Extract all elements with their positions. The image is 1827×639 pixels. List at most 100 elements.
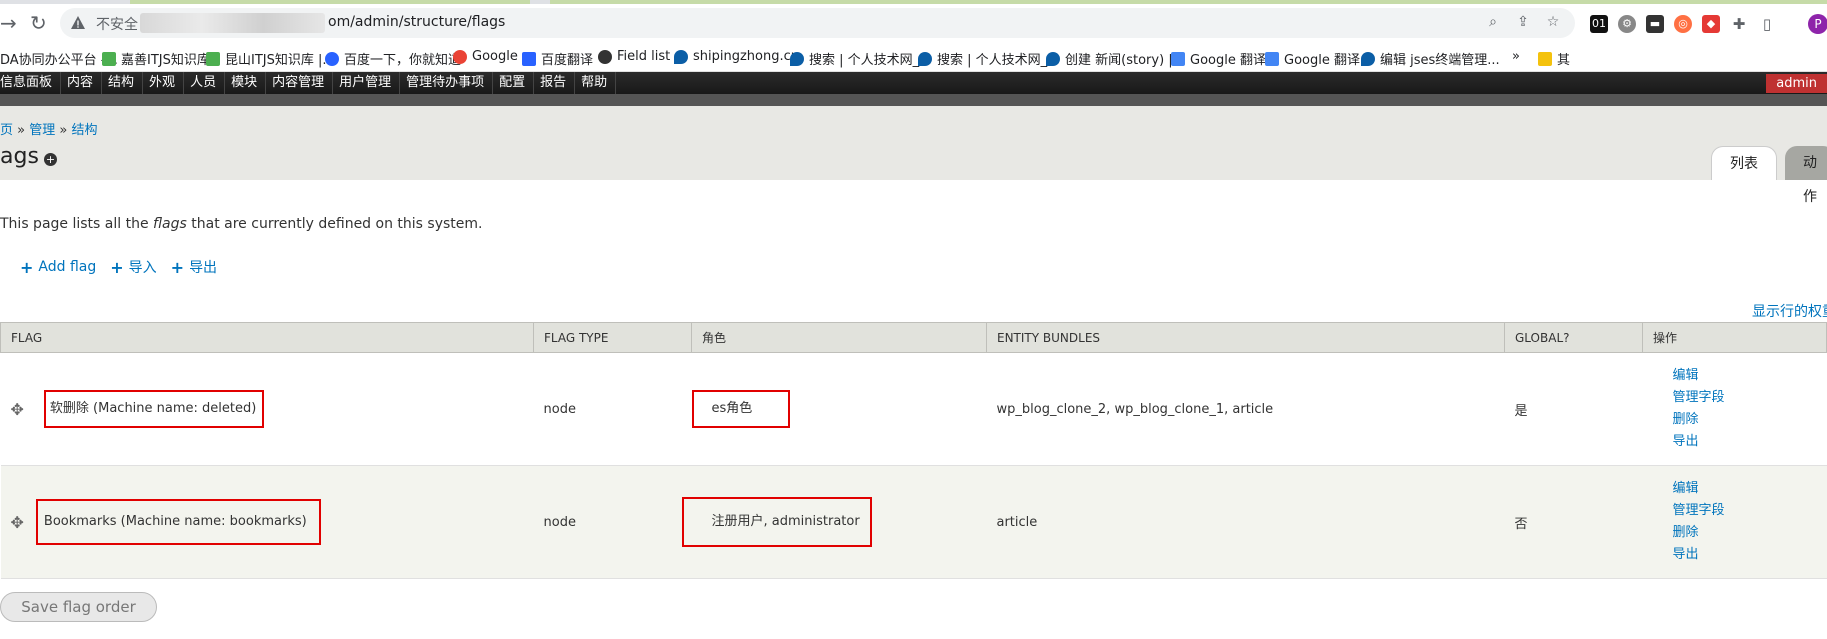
save-flag-order-button[interactable]: Save flag order (0, 592, 157, 622)
google-translate-icon (1171, 51, 1185, 66)
bookmark-item[interactable]: 百度一下，你就知道 (325, 49, 461, 68)
breadcrumb-structure[interactable]: 结构 (72, 123, 98, 138)
share-icon[interactable]: ⇪ (1515, 14, 1531, 30)
side-panel-icon[interactable]: ▯ (1758, 15, 1776, 33)
extension-screen-icon[interactable]: ▬ (1646, 15, 1664, 33)
bookmark-item[interactable]: 搜索 | 个人技术网_... (790, 49, 932, 68)
edit-link[interactable]: 编辑 (1653, 365, 1817, 387)
column-header-flag: FLAG (0, 322, 534, 353)
column-header-global: GLOBAL? (1504, 322, 1643, 353)
flag-global: 否 (1504, 465, 1643, 579)
operations: 编辑 管理字段 删除 导出 (1642, 465, 1827, 579)
star-icon[interactable]: ☆ (1545, 14, 1561, 30)
breadcrumb-admin[interactable]: 管理 (29, 123, 55, 138)
bookmark-item[interactable]: 嘉善ITJS知识库 (102, 49, 210, 68)
add-shortcut-icon[interactable]: + (44, 153, 57, 166)
flag-name: Bookmarks (Machine name: bookmarks) (35, 499, 321, 545)
delete-link[interactable]: 删除 (1653, 409, 1817, 431)
toolbar-item-user-management[interactable]: 用户管理 (339, 72, 401, 94)
breadcrumb: 页 » 管理 » 结构 (0, 123, 98, 138)
extension-01-icon[interactable]: 01 (1590, 15, 1608, 33)
insecure-label: 不安全 (96, 17, 138, 33)
tab-actions[interactable]: 动作 (1785, 146, 1827, 205)
page-header: 页 » 管理 » 结构 ags + 列表 动作 (0, 106, 1827, 205)
url-text[interactable]: om/admin/structure/flags (328, 14, 505, 30)
page-description: This page lists all the flags that are c… (0, 216, 483, 232)
more-bookmarks[interactable]: » (1512, 49, 1520, 64)
extensions-puzzle-icon[interactable]: ✚ (1730, 15, 1748, 33)
bookmark-item[interactable]: shipingzhong.cn (674, 49, 799, 64)
toolbar-item-modules[interactable]: 模块 (231, 72, 267, 94)
omnibox[interactable]: 不安全 om/admin/structure/flags ⌕ ⇪ ☆ (60, 8, 1575, 38)
plus-icon: + (110, 257, 124, 277)
toolbar-item-content-management[interactable]: 内容管理 (272, 72, 334, 94)
bookmark-item[interactable]: Google 翻译 (1171, 49, 1266, 68)
bookmark-item[interactable]: Google (453, 49, 518, 64)
folder-icon (1538, 51, 1552, 66)
column-header-operations: 操作 (1642, 322, 1827, 353)
toolbar-item-dashboard[interactable]: 信息面板 (0, 72, 62, 94)
bookmark-item[interactable]: 百度翻译 (522, 49, 593, 68)
bookmark-item[interactable]: 昆山ITJS知识库 |... (206, 49, 335, 68)
show-row-weights-link[interactable]: 显示行的权重 (1752, 301, 1827, 321)
toolbar-item-config[interactable]: 配置 (499, 72, 535, 94)
export-link[interactable]: + 导出 (171, 257, 217, 277)
zoom-icon[interactable]: ⌕ (1485, 14, 1501, 30)
toolbar-item-reports[interactable]: 报告 (540, 72, 576, 94)
github-icon (598, 49, 612, 64)
google-translate-icon (1265, 51, 1279, 66)
bookmark-icon (206, 51, 220, 66)
bookmark-item[interactable]: Google 翻译 (1265, 49, 1360, 68)
bookmark-item[interactable]: DA协同办公平台 -... (0, 49, 118, 68)
bookmark-icon (102, 51, 116, 66)
toolbar-user[interactable]: admin (1766, 74, 1827, 93)
bookmark-item[interactable]: Field list (598, 49, 670, 64)
drupal-icon (1046, 51, 1060, 66)
drupal-icon (1361, 51, 1375, 66)
table-row: ✥ 软删除 (Machine name: deleted) node es角色 … (0, 352, 1827, 466)
manage-fields-link[interactable]: 管理字段 (1653, 387, 1817, 409)
tab-list[interactable]: 列表 (1711, 146, 1777, 180)
delete-link[interactable]: 删除 (1653, 522, 1817, 544)
forward-icon[interactable]: → (0, 13, 17, 33)
manage-fields-link[interactable]: 管理字段 (1653, 500, 1817, 522)
extension-gear-icon[interactable]: ⚙ (1618, 15, 1636, 33)
bookmarks-bar: DA协同办公平台 -... 嘉善ITJS知识库 昆山ITJS知识库 |... 百… (0, 42, 1827, 72)
operations: 编辑 管理字段 删除 导出 (1642, 352, 1827, 466)
profile-avatar[interactable]: P (1808, 14, 1827, 34)
export-link[interactable]: 导出 (1653, 544, 1817, 566)
toolbar-item-help[interactable]: 帮助 (581, 72, 617, 94)
export-link[interactable]: 导出 (1653, 431, 1817, 453)
column-header-bundles: ENTITY BUNDLES (986, 322, 1505, 353)
action-links: + Add flag + 导入 + 导出 (20, 257, 217, 277)
extension-red-icon[interactable]: ◆ (1702, 15, 1720, 33)
page-title: ags (0, 144, 39, 169)
flag-type: node (533, 352, 692, 466)
toolbar-item-content[interactable]: 内容 (67, 72, 103, 94)
baidu-icon (325, 51, 339, 66)
drag-handle-icon[interactable]: ✥ (11, 513, 24, 532)
drupal-icon (790, 51, 804, 66)
bookmark-folder[interactable]: 其 (1538, 49, 1570, 68)
address-bar-row: → ↻ 不安全 om/admin/structure/flags ⌕ ⇪ ☆ 0… (0, 4, 1827, 42)
bookmark-item[interactable]: 编辑 jses终端管理... (1361, 49, 1500, 68)
toolbar-item-todo[interactable]: 管理待办事项 (406, 72, 494, 94)
bookmark-item[interactable]: 搜索 | 个人技术网_... (918, 49, 1060, 68)
bookmark-item[interactable]: 创建 新闻(story) |... (1046, 49, 1185, 68)
reload-icon[interactable]: ↻ (30, 13, 47, 33)
drupal-icon (918, 51, 932, 66)
column-header-roles: 角色 (691, 322, 987, 353)
flag-global: 是 (1504, 352, 1643, 466)
toolbar-item-appearance[interactable]: 外观 (149, 72, 185, 94)
baidu-translate-icon (522, 51, 536, 66)
drag-handle-icon[interactable]: ✥ (11, 400, 24, 419)
breadcrumb-home[interactable]: 页 (0, 123, 13, 138)
toolbar-item-people[interactable]: 人员 (190, 72, 226, 94)
add-flag-link[interactable]: + Add flag (20, 257, 96, 277)
flag-roles: 注册用户, administrator (681, 497, 872, 547)
plus-icon: + (20, 257, 34, 277)
edit-link[interactable]: 编辑 (1653, 478, 1817, 500)
extension-orange-icon[interactable]: ◎ (1674, 15, 1692, 33)
import-link[interactable]: + 导入 (110, 257, 156, 277)
toolbar-item-structure[interactable]: 结构 (108, 72, 144, 94)
